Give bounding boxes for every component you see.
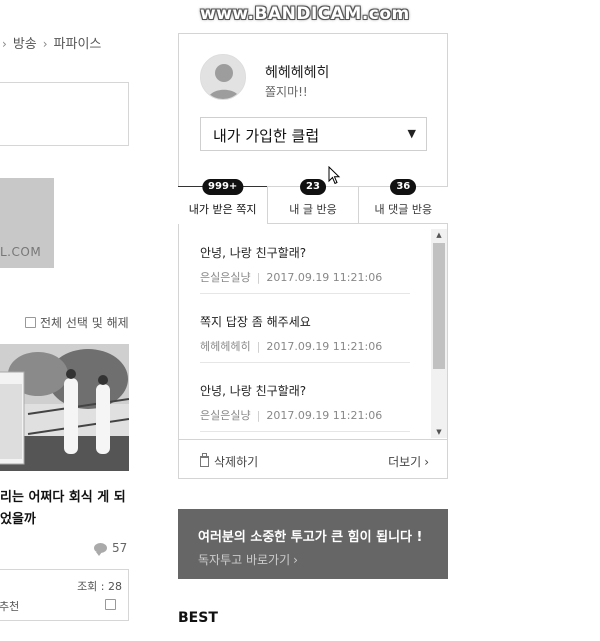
club-select-value: 내가 가입한 클럽 [213,127,320,145]
chevron-right-icon: › [42,37,48,51]
message-author: 은실은실냥 [200,271,251,284]
banner-text: L.COM [0,245,42,259]
message-meta: 은실은실냥 | 2017.09.19 11:21:06 [200,269,382,285]
message-tabs: 999+ 내가 받은 쪽지 23 내 글 반응 36 내 댓글 반응 [178,179,448,224]
breadcrumb-item-broadcast[interactable]: 방송 [13,37,37,52]
tab-badge: 23 [300,179,326,195]
reader-contribution-banner[interactable]: 여러분의 소중한 투고가 큰 힘이 됩니다 ! 독자투고 바로가기 › [178,509,448,579]
tab-label: 내 글 반응 [289,203,337,216]
chevron-right-icon: › [293,553,298,567]
tab-post-reactions[interactable]: 23 내 글 반응 [267,179,358,224]
recommend-label: 추천 [0,600,20,613]
chevron-right-icon: › [2,37,7,51]
delete-label: 삭제하기 [214,455,259,469]
message-title[interactable]: 안녕, 나랑 친구할래? [200,244,306,261]
article-title[interactable]: 리는 어쩌다 회식 게 되었을까 [0,487,132,531]
message-date: 2017.09.19 11:21:06 [266,271,383,284]
chevron-right-icon: › [424,455,429,469]
select-all-checkbox[interactable] [25,317,36,328]
scroll-up-arrow-icon[interactable]: ▲ [431,229,447,241]
tab-comment-reactions[interactable]: 36 내 댓글 반응 [357,179,448,224]
comment-count: 57 [94,541,128,556]
username: 헤헤헤헤히 [265,65,330,81]
mouse-cursor-icon [328,166,341,185]
tab-label: 내가 받은 쪽지 [188,203,257,216]
club-select[interactable]: 내가 가입한 클럽 ▼ [200,117,427,151]
breadcrumb: › 방송 › 파파이스 [0,33,101,52]
select-all-label: 전체 선택 및 해제 [40,316,129,330]
contrib-title: 여러분의 소중한 투고가 큰 힘이 됩니다 ! [198,530,423,545]
list-item[interactable]: 안녕, 나랑 친구할래? 은실은실냥 | 2017.09.19 11:21:06 [200,363,410,432]
list-item[interactable]: 안녕, 나랑 친구할래? 은실은실냥 | 2017.09.19 11:21:06 [200,225,410,294]
search-box[interactable] [0,82,129,146]
tab-badge: 999+ [202,179,244,195]
user-panel: 헤헤헤헤히 쫄지마!! 내가 가입한 클럽 ▼ 999+ 내가 받은 쪽지 23… [178,33,448,479]
contrib-link-label: 독자투고 바로가기 [198,553,291,567]
message-author: 은실은실냥 [200,409,251,422]
breadcrumb-item-papais[interactable]: 파파이스 [54,37,102,52]
caret-down-icon: ▼ [407,127,416,140]
comment-bubble-icon [94,543,107,556]
more-button[interactable]: 더보기 › [388,453,429,470]
contrib-link[interactable]: 독자투고 바로가기 › [198,551,298,568]
message-title[interactable]: 쪽지 답장 좀 해주세요 [200,313,311,330]
bandicam-watermark: www.BANDICAM.com [200,4,410,24]
more-label: 더보기 [388,455,422,469]
message-list: 안녕, 나랑 친구할래? 은실은실냥 | 2017.09.19 11:21:06 쪽… [179,225,431,438]
message-title[interactable]: 안녕, 나랑 친구할래? [200,382,306,399]
message-date: 2017.09.19 11:21:06 [266,340,383,353]
comment-count-value: 57 [112,541,128,555]
ad-banner[interactable]: L.COM [0,178,54,268]
row-checkbox[interactable] [105,599,116,610]
meta-divider: | [256,409,261,422]
panel-footer: 삭제하기 더보기 › [179,439,447,478]
best-heading: BEST [178,610,218,626]
message-meta: 은실은실냥 | 2017.09.19 11:21:06 [200,407,382,423]
meta-divider: | [256,271,261,284]
user-status: 쫄지마!! [265,85,308,99]
view-count: 조회 : 28 [77,580,122,593]
meta-divider: | [256,340,261,353]
trash-icon [200,453,209,467]
delete-button[interactable]: 삭제하기 [200,453,258,470]
article-thumbnail[interactable] [0,344,129,471]
scroll-down-arrow-icon[interactable]: ▼ [431,426,447,438]
tab-received-messages[interactable]: 999+ 내가 받은 쪽지 [178,179,268,224]
tab-badge: 36 [390,179,417,195]
article-row: 조회 : 28 추천 [0,569,129,621]
list-item[interactable]: 쪽지 답장 좀 해주세요 헤헤헤헤히 | 2017.09.19 11:21:06 [200,294,410,363]
user-avatar-icon[interactable] [200,54,246,100]
select-all-toggle[interactable]: 전체 선택 및 해제 [25,314,129,331]
message-scrollbar[interactable]: ▲ ▼ [431,229,447,438]
scroll-thumb[interactable] [433,243,445,369]
message-author: 헤헤헤헤히 [200,340,251,353]
message-date: 2017.09.19 11:21:06 [266,409,383,422]
message-meta: 헤헤헤헤히 | 2017.09.19 11:21:06 [200,338,382,354]
tab-label: 내 댓글 반응 [374,203,433,216]
